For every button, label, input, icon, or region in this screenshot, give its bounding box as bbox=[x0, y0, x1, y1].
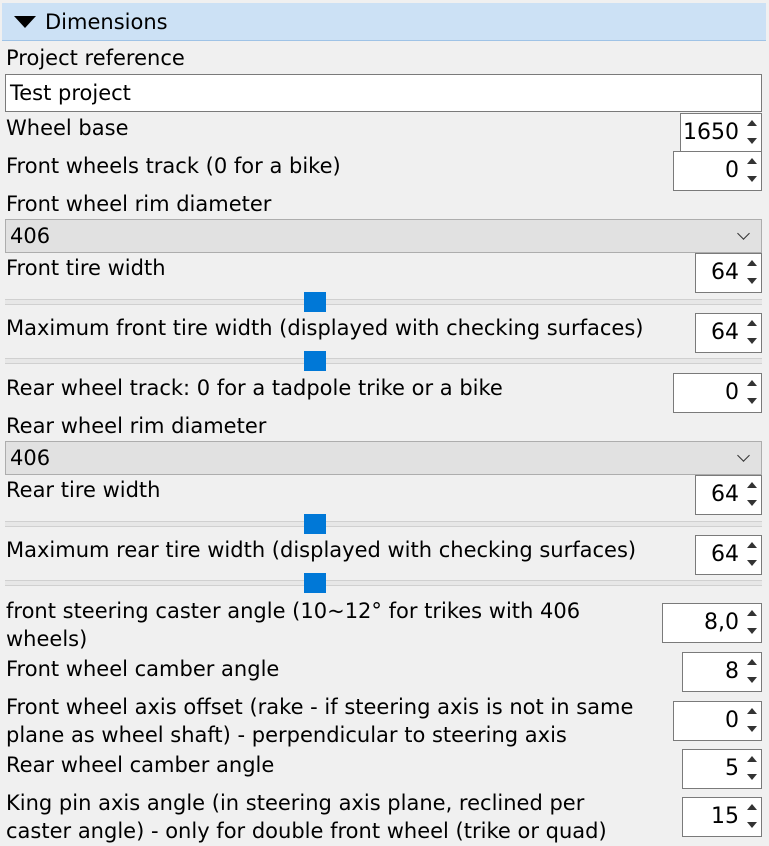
slider-thumb[interactable] bbox=[304, 351, 326, 371]
king-pin-spinbox[interactable]: 15 bbox=[682, 797, 762, 837]
decrement-arrow-icon[interactable] bbox=[743, 495, 761, 514]
increment-arrow-icon[interactable] bbox=[743, 798, 761, 817]
decrement-arrow-icon[interactable] bbox=[743, 769, 761, 788]
caster-angle-value[interactable]: 8,0 bbox=[663, 604, 743, 642]
rear-tire-label: Rear tire width bbox=[6, 478, 161, 502]
rear-tire-slider[interactable] bbox=[5, 514, 762, 538]
decrement-arrow-icon[interactable] bbox=[743, 393, 761, 412]
max-rear-tire-label: Maximum rear tire width (displayed with … bbox=[6, 538, 637, 562]
wheel-base-label: Wheel base bbox=[6, 116, 129, 140]
increment-arrow-icon[interactable] bbox=[743, 750, 761, 769]
rear-track-value[interactable]: 0 bbox=[674, 374, 743, 412]
decrement-arrow-icon[interactable] bbox=[743, 133, 761, 152]
slider-thumb[interactable] bbox=[304, 573, 326, 593]
increment-arrow-icon[interactable] bbox=[743, 476, 761, 495]
max-rear-tire-spinbox[interactable]: 64 bbox=[695, 535, 762, 575]
decrement-arrow-icon[interactable] bbox=[743, 623, 761, 642]
max-rear-tire-value[interactable]: 64 bbox=[696, 536, 743, 574]
increment-arrow-icon[interactable] bbox=[743, 536, 761, 555]
front-track-value[interactable]: 0 bbox=[674, 152, 743, 190]
decrement-arrow-icon[interactable] bbox=[743, 273, 761, 292]
front-rim-selected: 406 bbox=[10, 224, 51, 248]
decrement-arrow-icon[interactable] bbox=[743, 817, 761, 836]
project-reference-input[interactable]: Test project bbox=[5, 74, 762, 112]
rear-rim-selected: 406 bbox=[10, 446, 51, 470]
slider-track[interactable] bbox=[5, 580, 762, 586]
increment-arrow-icon[interactable] bbox=[743, 152, 761, 171]
front-track-spinbox[interactable]: 0 bbox=[673, 151, 762, 191]
slider-track[interactable] bbox=[5, 358, 762, 364]
rear-camber-spinbox[interactable]: 5 bbox=[682, 749, 762, 789]
front-camber-label: Front wheel camber angle bbox=[6, 657, 280, 681]
front-tire-slider[interactable] bbox=[5, 292, 762, 316]
wheel-base-spinbox[interactable]: 1650 bbox=[680, 113, 762, 153]
front-camber-spinbox[interactable]: 8 bbox=[682, 652, 762, 692]
front-rim-dropdown[interactable]: 406 bbox=[5, 219, 762, 253]
front-track-label: Front wheels track (0 for a bike) bbox=[6, 154, 341, 178]
slider-thumb[interactable] bbox=[304, 514, 326, 534]
section-title: Dimensions bbox=[45, 9, 168, 34]
king-pin-label: King pin axis angle (in steering axis pl… bbox=[6, 791, 607, 843]
caster-angle-spinbox[interactable]: 8,0 bbox=[662, 603, 762, 643]
rear-camber-label: Rear wheel camber angle bbox=[6, 753, 275, 777]
wheel-base-value[interactable]: 1650 bbox=[681, 114, 743, 152]
rear-camber-value[interactable]: 5 bbox=[683, 750, 743, 788]
rear-track-label: Rear wheel track: 0 for a tadpole trike … bbox=[6, 376, 503, 400]
chevron-down-icon[interactable] bbox=[737, 227, 750, 240]
king-pin-value[interactable]: 15 bbox=[683, 798, 743, 836]
slider-track[interactable] bbox=[5, 521, 762, 527]
axis-offset-spinbox[interactable]: 0 bbox=[673, 701, 762, 741]
front-rim-label: Front wheel rim diameter bbox=[6, 192, 272, 216]
increment-arrow-icon[interactable] bbox=[743, 314, 761, 333]
decrement-arrow-icon[interactable] bbox=[743, 171, 761, 190]
max-front-tire-value[interactable]: 64 bbox=[696, 314, 743, 352]
axis-offset-value[interactable]: 0 bbox=[674, 702, 743, 740]
decrement-arrow-icon[interactable] bbox=[743, 555, 761, 574]
axis-offset-label: Front wheel axis offset (rake - if steer… bbox=[6, 695, 634, 747]
increment-arrow-icon[interactable] bbox=[743, 374, 761, 393]
project-reference-label: Project reference bbox=[6, 46, 185, 70]
front-tire-label: Front tire width bbox=[6, 256, 166, 280]
rear-track-spinbox[interactable]: 0 bbox=[673, 373, 762, 413]
dimensions-section-header[interactable]: Dimensions bbox=[2, 3, 766, 41]
decrement-arrow-icon[interactable] bbox=[743, 333, 761, 352]
slider-track[interactable] bbox=[5, 299, 762, 305]
max-front-tire-label: Maximum front tire width (displayed with… bbox=[6, 316, 644, 340]
max-rear-tire-slider[interactable] bbox=[5, 573, 762, 597]
decrement-arrow-icon[interactable] bbox=[743, 672, 761, 691]
front-tire-value[interactable]: 64 bbox=[696, 254, 743, 292]
increment-arrow-icon[interactable] bbox=[743, 114, 761, 133]
rear-rim-label: Rear wheel rim diameter bbox=[6, 414, 267, 438]
decrement-arrow-icon[interactable] bbox=[743, 721, 761, 740]
front-tire-spinbox[interactable]: 64 bbox=[695, 253, 762, 293]
increment-arrow-icon[interactable] bbox=[743, 604, 761, 623]
chevron-down-icon[interactable] bbox=[737, 449, 750, 462]
slider-thumb[interactable] bbox=[304, 292, 326, 312]
max-front-tire-slider[interactable] bbox=[5, 351, 762, 375]
increment-arrow-icon[interactable] bbox=[743, 254, 761, 273]
collapse-triangle-icon[interactable] bbox=[14, 15, 36, 28]
increment-arrow-icon[interactable] bbox=[743, 702, 761, 721]
caster-angle-label: front steering caster angle (10~12° for … bbox=[6, 599, 581, 651]
increment-arrow-icon[interactable] bbox=[743, 653, 761, 672]
max-front-tire-spinbox[interactable]: 64 bbox=[695, 313, 762, 353]
front-camber-value[interactable]: 8 bbox=[683, 653, 743, 691]
rear-tire-spinbox[interactable]: 64 bbox=[695, 475, 762, 515]
rear-tire-value[interactable]: 64 bbox=[696, 476, 743, 514]
rear-rim-dropdown[interactable]: 406 bbox=[5, 441, 762, 475]
